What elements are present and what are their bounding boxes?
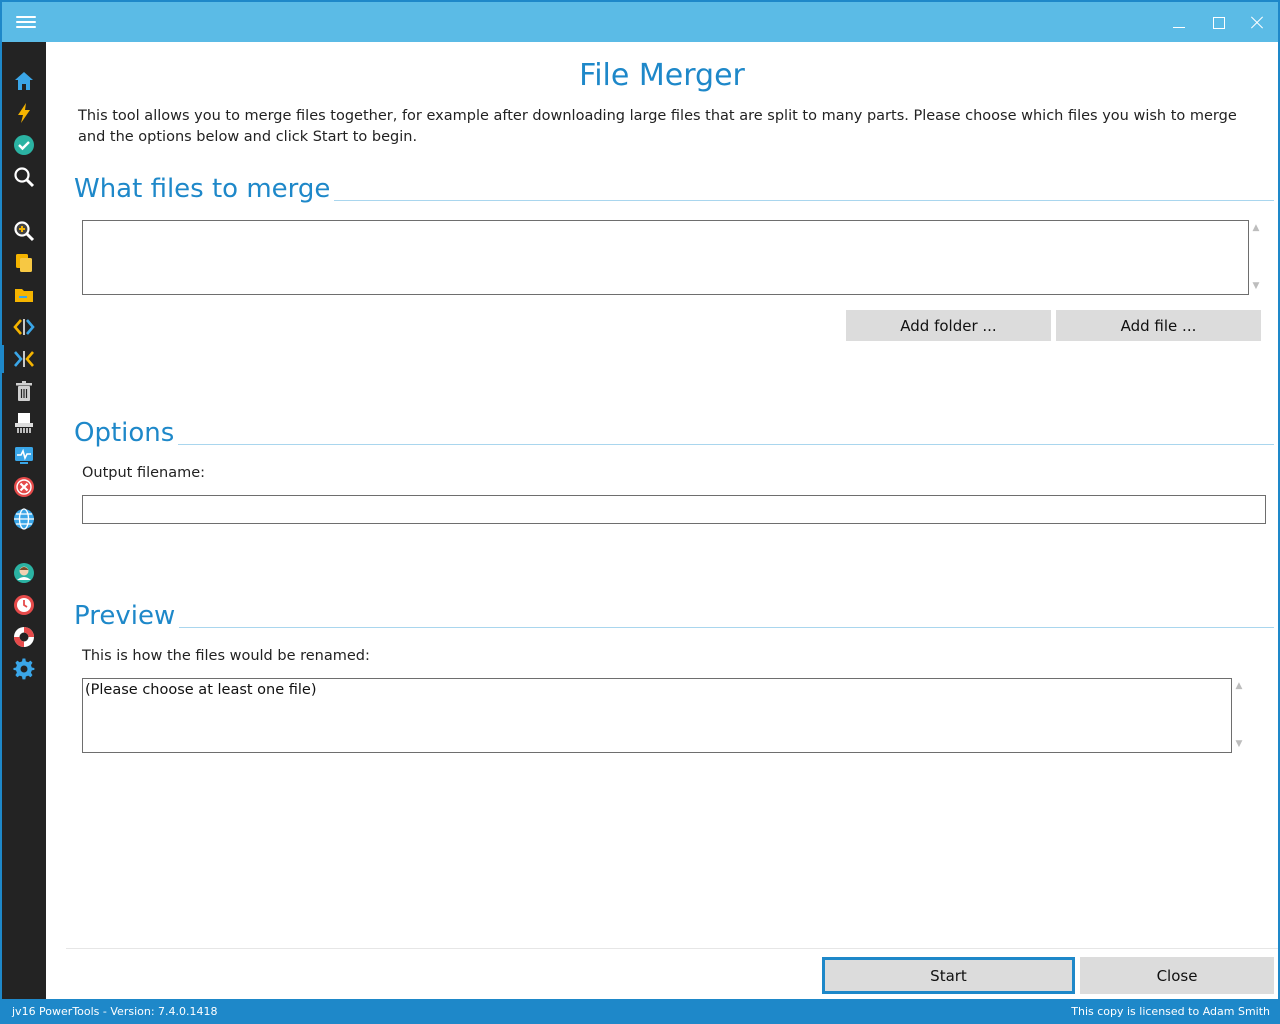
status-bar: jv16 PowerTools - Version: 7.4.0.1418 Th… — [2, 999, 1278, 1024]
preview-section-header: Preview — [74, 599, 1274, 633]
files-list-input[interactable] — [82, 220, 1249, 295]
preview-scrollbar[interactable]: ▲ ▼ — [1232, 678, 1246, 753]
maximize-button[interactable] — [1206, 10, 1232, 36]
scroll-up-icon[interactable]: ▲ — [1252, 224, 1260, 233]
checkmark-icon[interactable] — [13, 134, 35, 156]
files-list-scrollbar[interactable]: ▲ ▼ — [1249, 220, 1263, 295]
options-section-header: Options — [74, 416, 1274, 450]
user-icon[interactable] — [13, 562, 35, 584]
merge-icon[interactable] — [13, 348, 35, 370]
section-divider — [74, 627, 1274, 628]
copy-icon[interactable] — [13, 252, 35, 274]
scroll-down-icon[interactable]: ▼ — [1252, 282, 1260, 291]
main-content: File Merger This tool allows you to merg… — [46, 42, 1278, 999]
split-icon[interactable] — [13, 316, 35, 338]
globe-icon[interactable] — [13, 508, 35, 530]
hamburger-menu-icon[interactable] — [16, 13, 36, 31]
license-text: This copy is licensed to Adam Smith — [1071, 1005, 1270, 1018]
lightning-icon[interactable] — [13, 102, 35, 124]
options-section-heading: Options — [74, 416, 179, 450]
scroll-up-icon[interactable]: ▲ — [1235, 682, 1243, 691]
trash-icon[interactable] — [13, 380, 35, 402]
monitor-icon[interactable] — [13, 444, 35, 466]
section-divider — [74, 444, 1274, 445]
shredder-icon[interactable] — [13, 412, 35, 434]
zoom-in-icon[interactable] — [13, 220, 35, 242]
files-section-header: What files to merge — [74, 172, 1274, 206]
files-section-heading: What files to merge — [74, 172, 335, 206]
search-icon[interactable] — [13, 166, 35, 188]
add-folder-button[interactable]: Add folder ... — [846, 310, 1051, 341]
sidebar-active-indicator — [2, 345, 4, 373]
close-window-button[interactable] — [1244, 10, 1270, 36]
output-filename-label: Output filename: — [82, 465, 206, 481]
preview-section-heading: Preview — [74, 599, 180, 633]
add-file-button[interactable]: Add file ... — [1056, 310, 1261, 341]
start-button[interactable]: Start — [822, 957, 1075, 994]
preview-output: (Please choose at least one file) — [82, 678, 1232, 753]
footer-divider — [66, 948, 1278, 949]
lifebuoy-icon[interactable] — [13, 626, 35, 648]
intro-text: This tool allows you to merge files toge… — [78, 108, 1237, 145]
close-button[interactable]: Close — [1080, 957, 1274, 994]
sidebar — [2, 42, 46, 999]
home-icon[interactable] — [13, 70, 35, 92]
folder-icon[interactable] — [13, 284, 35, 306]
scroll-down-icon[interactable]: ▼ — [1235, 740, 1243, 749]
page-title: File Merger — [579, 58, 745, 93]
minimize-button[interactable] — [1166, 10, 1192, 36]
app-window: File Merger This tool allows you to merg… — [0, 0, 1280, 1024]
clock-icon[interactable] — [13, 594, 35, 616]
preview-label: This is how the files would be renamed: — [82, 648, 370, 664]
gear-icon[interactable] — [13, 658, 35, 680]
error-icon[interactable] — [13, 476, 35, 498]
title-bar — [2, 2, 1278, 42]
version-text: jv16 PowerTools - Version: 7.4.0.1418 — [12, 1005, 218, 1018]
output-filename-input[interactable] — [82, 495, 1266, 524]
